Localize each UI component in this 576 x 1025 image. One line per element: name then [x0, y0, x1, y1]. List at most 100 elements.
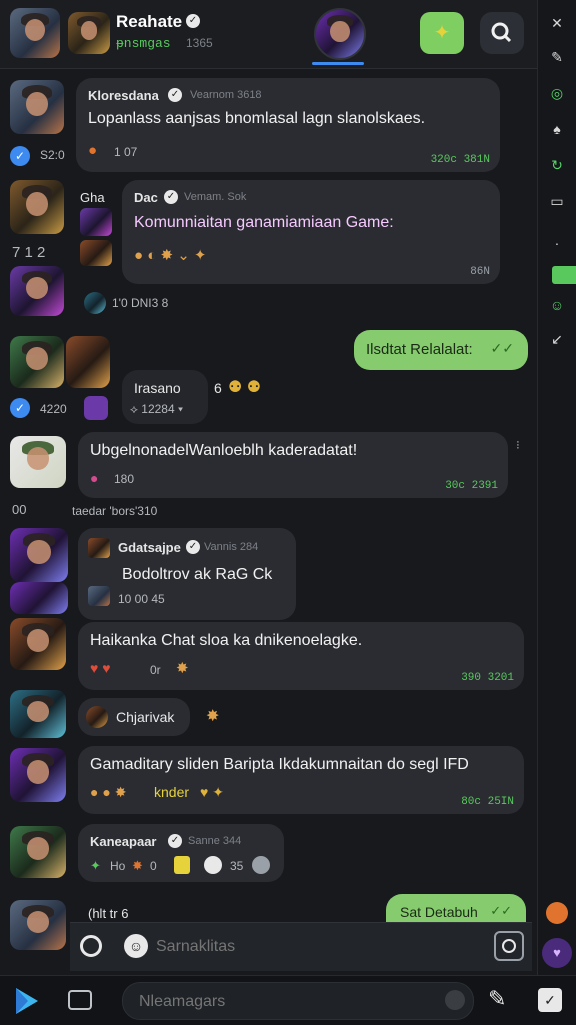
sticker-icon[interactable]: ♠: [548, 120, 566, 138]
dock-search-input[interactable]: [137, 989, 431, 1015]
sender-avatar[interactable]: [88, 538, 110, 558]
rail-badge-icon[interactable]: [546, 902, 568, 924]
side-name: Gha: [80, 190, 105, 205]
gamepad-icon: ✦: [433, 22, 451, 44]
rail-active-bar: [552, 266, 576, 284]
reaction-icon[interactable]: ♥ ♥: [90, 660, 111, 676]
read-check-icon: ✓✓: [490, 903, 512, 918]
message-bubble[interactable]: Dac ✓ Vemam. Sok Komunniaitan ganamiamia…: [122, 180, 500, 284]
sticker-icon[interactable]: [445, 990, 465, 1010]
reaction-icon[interactable]: ● ◐ ✸ ⌄ ✦: [134, 246, 207, 264]
active-tab-avatar[interactable]: [314, 8, 366, 60]
avatar[interactable]: [66, 336, 110, 388]
header-avatar[interactable]: [10, 8, 60, 58]
header-title: Reahate: [116, 12, 183, 31]
reaction-count: 0r: [150, 663, 161, 677]
avatar[interactable]: [10, 80, 64, 134]
search-button[interactable]: [480, 12, 524, 54]
message-bubble[interactable]: Haikanka Chat sloa ka dnikenoelagke. ♥ ♥…: [78, 622, 524, 690]
message-time: 80c 25IN: [461, 796, 514, 808]
camera-icon[interactable]: [68, 990, 92, 1010]
camera-icon: [502, 939, 516, 953]
reaction-icon[interactable]: ●: [90, 470, 98, 486]
message-time: 86N: [470, 266, 490, 278]
reaction-icon[interactable]: ● ● ✸: [90, 784, 126, 801]
expand-icon[interactable]: ↙: [548, 330, 566, 348]
message-meta: Vearnom 3618: [190, 89, 262, 101]
item-icon: ✸: [132, 858, 143, 873]
avatar[interactable]: [80, 240, 112, 266]
message-bubble[interactable]: Kaneapaar ✓ Sanne 344 ✦ Ho ✸ 0 35: [78, 824, 284, 882]
sender-name: Kloresdana: [88, 88, 159, 103]
verified-icon: ✓: [186, 540, 200, 554]
refresh-icon[interactable]: ↻: [548, 156, 566, 174]
message-bubble[interactable]: UbgelnonadelWanloeblh kaderadatat! ● 180…: [78, 432, 508, 498]
camera-toggle-icon[interactable]: [80, 935, 102, 957]
rail-profile-icon[interactable]: ♥: [542, 938, 572, 968]
more-options-icon[interactable]: ⁝: [516, 438, 520, 452]
avatar[interactable]: [84, 292, 106, 314]
message-time: 390 3201: [461, 672, 514, 684]
message-bubble[interactable]: Gamaditary sliden Baripta Ikdakumnaitan …: [78, 746, 524, 814]
attach-camera-button[interactable]: [494, 931, 524, 961]
sender-avatar[interactable]: [88, 586, 110, 606]
sender-name: Dac: [134, 190, 158, 205]
avatar[interactable]: [10, 748, 66, 802]
avatar[interactable]: [10, 582, 68, 614]
item-label: 35: [230, 859, 244, 873]
search-field[interactable]: [122, 982, 474, 1020]
avatar[interactable]: [10, 900, 66, 950]
gamepad-button[interactable]: ✦: [420, 12, 464, 54]
item-icon: ✦: [90, 858, 101, 873]
reaction-icon[interactable]: ⚉ ⚉: [228, 377, 261, 397]
avatar[interactable]: [10, 528, 68, 582]
compose-bar: ☺: [70, 922, 532, 971]
reaction-icon[interactable]: ♥ ✦: [200, 784, 224, 801]
message-text: Komunniaitan ganamiamiaan Game:: [134, 214, 394, 231]
avatar[interactable]: [10, 266, 64, 316]
verified-icon: ✓: [186, 14, 200, 28]
avatar[interactable]: [10, 336, 64, 388]
play-store-icon[interactable]: [12, 986, 42, 1016]
reaction-icon[interactable]: ●: [88, 142, 97, 159]
stats-icon[interactable]: ✓: [538, 988, 562, 1012]
chat-header: Reahate ✓ ᵽnsmgas 1365 ✦: [0, 0, 538, 69]
bookmark-icon[interactable]: ▭: [548, 192, 566, 210]
avatar[interactable]: [10, 690, 66, 738]
message-bubble[interactable]: Irasano ⟡ 12284 ▾: [122, 370, 208, 424]
message-text: Ilsdtat Relalalat:: [366, 341, 473, 358]
message-time: 30c 2391: [445, 480, 498, 492]
compose-input[interactable]: [154, 931, 478, 963]
message-text: Gamaditary sliden Baripta Ikdakumnaitan …: [90, 756, 469, 773]
message-bubble[interactable]: Chjarivak: [78, 698, 190, 736]
avatar[interactable]: [10, 436, 66, 488]
header-avatar-secondary[interactable]: [68, 12, 110, 54]
follower-count: ⟡ 12284 ▾: [130, 402, 184, 416]
typing-text: taedar 'bors'310: [72, 504, 158, 518]
message-bubble[interactable]: Kloresdana ✓ Vearnom 3618 Lopanlass aanj…: [76, 78, 500, 172]
side-count: 7 1 2: [12, 244, 46, 261]
avatar[interactable]: [10, 180, 64, 234]
sender-avatar[interactable]: [86, 706, 108, 728]
avatar[interactable]: [80, 208, 112, 236]
outgoing-bubble[interactable]: Ilsdtat Relalalat: ✓✓: [354, 330, 528, 370]
camera-icon[interactable]: ◎: [548, 84, 566, 102]
more-icon[interactable]: ·: [548, 234, 566, 252]
emoji-icon[interactable]: ☺: [124, 934, 148, 958]
extra-label: 6: [214, 380, 222, 396]
reaction-icon[interactable]: ✸: [206, 706, 219, 726]
close-icon[interactable]: ✕: [548, 14, 566, 32]
outgoing-bubble[interactable]: Sat Detabuh ✓✓: [386, 894, 526, 924]
verified-icon: ✓: [10, 398, 30, 418]
avatar[interactable]: [10, 826, 66, 878]
verified-icon: ✓: [164, 190, 178, 204]
avatar[interactable]: [10, 618, 66, 670]
item-label: Ho: [110, 859, 126, 873]
emoji-icon[interactable]: ☺: [548, 296, 566, 314]
mic-icon[interactable]: ✎: [488, 986, 506, 1012]
edit-icon[interactable]: ✎: [548, 48, 566, 66]
verified-icon: ✓: [168, 834, 182, 848]
sender-name: Gdatsajpe: [118, 540, 181, 555]
item-icon: [204, 856, 222, 874]
message-bubble[interactable]: Gdatsajpe ✓ Vannis 284 Bodoltrov ak RaG …: [78, 528, 296, 620]
